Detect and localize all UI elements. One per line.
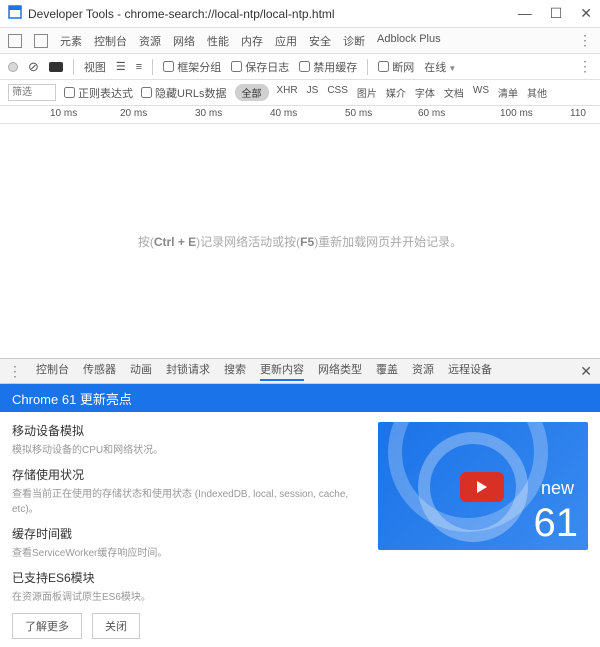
play-icon[interactable] [460,472,504,502]
main-tab[interactable]: 性能 [207,33,229,49]
drawer-tab[interactable]: 网络类型 [318,361,362,381]
network-empty-pane: 按(Ctrl + E)记录网络活动或按(F5)重新加载网页并开始记录。 [0,124,600,358]
whatsnew-item-desc: 查看ServiceWorker缓存响应时间。 [12,544,366,559]
whatsnew-item: 已支持ES6模块在资源面板调试原生ES6模块。 [12,569,366,603]
whatsnew-item-title: 存储使用状况 [12,466,366,483]
frame-group-checkbox[interactable] [163,61,174,72]
whatsnew-item: 移动设备模拟模拟移动设备的CPU和网络状况。 [12,422,366,456]
whatsnew-item-desc: 查看当前正在使用的存储状态和使用状态 (IndexedDB, local, se… [12,485,366,515]
regex-checkbox[interactable] [64,87,75,98]
filter-type[interactable]: 清单 [498,85,518,100]
drawer-tab[interactable]: 动画 [130,361,152,381]
whatsnew-video[interactable]: new 61 [378,422,588,550]
device-toggle-icon[interactable] [34,34,48,48]
timeline-tick: 100 ms [500,108,533,119]
filter-type[interactable]: JS [307,85,319,100]
main-tab[interactable]: 资源 [139,33,161,49]
main-tab[interactable]: Adblock Plus [377,33,441,49]
network-timeline: 10 ms 20 ms 30 ms 40 ms 50 ms 60 ms 100 ms 110 [0,106,600,124]
timeline-tick: 50 ms [345,108,372,119]
main-tab[interactable]: 应用 [275,33,297,49]
main-tab[interactable]: 元素 [60,33,82,49]
filter-type[interactable]: XHR [277,85,298,100]
filter-all[interactable]: 全部 [235,84,269,101]
view-label: 视图 [84,59,106,75]
clear-icon[interactable]: ⊘ [28,59,39,75]
whatsnew-item: 存储使用状况查看当前正在使用的存储状态和使用状态 (IndexedDB, loc… [12,466,366,515]
main-tab[interactable]: 网络 [173,33,195,49]
promo-new: new [541,478,574,499]
preserve-log-checkbox[interactable] [231,61,242,72]
record-icon[interactable] [8,62,18,72]
drawer-tab[interactable]: 资源 [412,361,434,381]
toolbar-kebab[interactable]: ⋮ [578,58,592,75]
whatsnew-item: 缓存时间戳查看ServiceWorker缓存响应时间。 [12,525,366,559]
drawer-tab[interactable]: 封锁请求 [166,361,210,381]
drawer-tab[interactable]: 远程设备 [448,361,492,381]
whatsnew-item-title: 移动设备模拟 [12,422,366,439]
filter-type[interactable]: CSS [327,85,348,100]
whatsnew-banner: Chrome 61 更新亮点 [0,384,600,412]
filter-input[interactable] [8,84,56,101]
window-title: Developer Tools - chrome-search://local-… [28,7,518,21]
whatsnew-item-title: 缓存时间戳 [12,525,366,542]
window-maximize[interactable]: ☐ [550,5,563,22]
devtools-icon [8,5,28,22]
main-tab[interactable]: 控制台 [94,33,127,49]
window-minimize[interactable]: — [518,5,532,22]
hide-dataurl-checkbox[interactable] [141,87,152,98]
learn-more-button[interactable]: 了解更多 [12,613,82,639]
timeline-tick: 20 ms [120,108,147,119]
drawer-tab[interactable]: 覆盖 [376,361,398,381]
drawer-close[interactable]: ✕ [580,363,592,380]
inspect-icon[interactable] [8,34,22,48]
whatsnew-item-desc: 在资源面板调试原生ES6模块。 [12,588,366,603]
main-tab[interactable]: 内存 [241,33,263,49]
filter-type[interactable]: 媒介 [386,85,406,100]
drawer-tab[interactable]: 传感器 [83,361,116,381]
main-tab[interactable]: 安全 [309,33,331,49]
timeline-tick: 10 ms [50,108,77,119]
capture-icon[interactable] [49,62,63,72]
main-kebab[interactable]: ⋮ [578,32,592,49]
promo-num: 61 [534,501,579,546]
offline-checkbox[interactable] [378,61,389,72]
filter-type[interactable]: 图片 [357,85,377,100]
timeline-tick: 60 ms [418,108,445,119]
timeline-tick: 110 [570,108,586,119]
filter-type[interactable]: 字体 [415,85,435,100]
main-tab[interactable]: 诊断 [343,33,365,49]
window-close[interactable]: ✕ [580,5,592,22]
close-button[interactable]: 关闭 [92,613,140,639]
timeline-tick: 30 ms [195,108,222,119]
drawer-tab[interactable]: 更新内容 [260,361,304,381]
filter-type[interactable]: 其他 [527,85,547,100]
drawer-tab[interactable]: 控制台 [36,361,69,381]
view-large-icon[interactable]: ☰ [116,60,126,73]
throttle-select[interactable]: 在线 [424,59,456,75]
timeline-tick: 40 ms [270,108,297,119]
filter-type[interactable]: WS [473,85,489,100]
disable-cache-checkbox[interactable] [299,61,310,72]
drawer-kebab[interactable]: ⋮ [8,363,22,380]
whatsnew-item-desc: 模拟移动设备的CPU和网络状况。 [12,441,366,456]
drawer-tab[interactable]: 搜索 [224,361,246,381]
view-small-icon[interactable]: ≡ [136,61,142,73]
filter-type[interactable]: 文档 [444,85,464,100]
